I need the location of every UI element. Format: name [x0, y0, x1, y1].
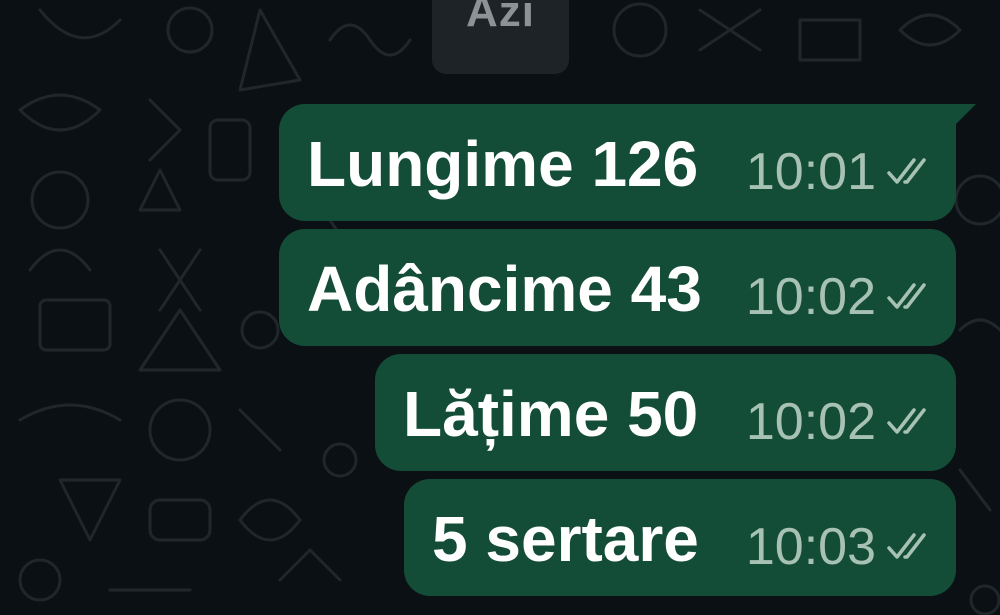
message-timestamp: 10:03	[745, 518, 876, 576]
message-timestamp: 10:02	[745, 268, 876, 326]
message-text: Lungime 126	[307, 128, 699, 200]
message-text: 5 sertare	[432, 503, 699, 575]
outgoing-message[interactable]: Adâncime 43 10:02	[279, 229, 956, 346]
outgoing-message[interactable]: Lățime 50 10:02	[375, 354, 956, 471]
read-double-check-icon	[887, 533, 926, 559]
message-text: Lățime 50	[403, 378, 699, 450]
outgoing-message[interactable]: Lungime 126 10:01	[279, 104, 976, 221]
message-timestamp: 10:02	[745, 393, 876, 451]
message-timestamp: 10:01	[745, 143, 876, 201]
message-text: Adâncime 43	[307, 253, 702, 325]
outgoing-message[interactable]: 5 sertare 10:03	[404, 479, 956, 596]
read-double-check-icon	[887, 158, 926, 184]
date-separator: Azi	[432, 0, 569, 74]
read-double-check-icon	[887, 408, 926, 434]
date-separator-label: Azi	[466, 0, 535, 36]
read-double-check-icon	[887, 283, 926, 309]
bubble-tail-icon	[952, 104, 976, 128]
